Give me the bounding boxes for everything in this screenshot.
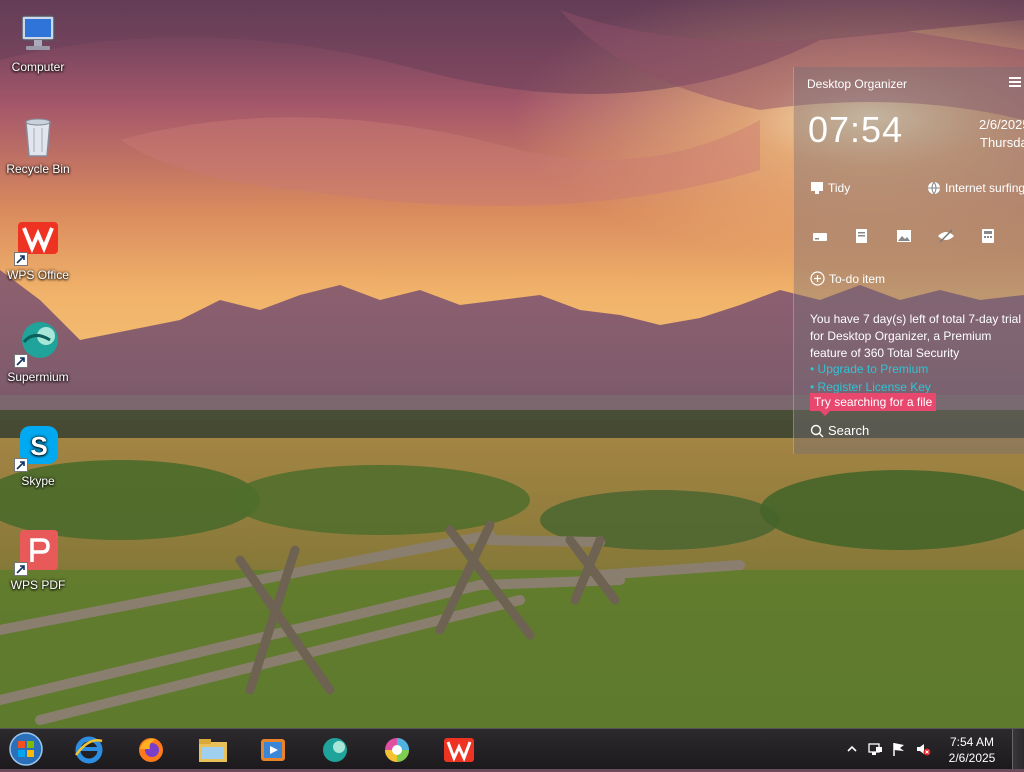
search-icon	[810, 424, 824, 437]
hamburger-menu-icon[interactable]	[1009, 75, 1021, 87]
desktop-icon-label: Recycle Bin	[6, 162, 70, 176]
windows-orb-icon	[9, 732, 43, 766]
desktop-icon-label: Computer	[11, 60, 65, 74]
desktop-icon-wps-office[interactable]: WPS Office	[0, 218, 76, 282]
drive-icon[interactable]	[810, 227, 830, 245]
svg-text:S: S	[30, 431, 47, 461]
shortcut-arrow-icon	[14, 458, 28, 472]
shortcut-arrow-icon	[14, 562, 28, 576]
desktop-icon-computer[interactable]: Computer	[0, 10, 76, 74]
firefox-taskbar-icon[interactable]	[134, 733, 168, 767]
internet-surfing-label: Internet surfing	[945, 181, 1024, 195]
taskbar-clock-time[interactable]: 7:54 AM	[943, 735, 1001, 749]
organizer-clock: 07:54	[808, 109, 904, 150]
supermium-taskbar-icon[interactable]	[318, 733, 352, 767]
organizer-search-button[interactable]: Search	[810, 423, 869, 438]
show-hidden-icons-arrow-icon[interactable]	[844, 741, 860, 757]
desktop-icon-skype[interactable]: S Skype	[0, 424, 76, 488]
image-icon[interactable]	[894, 227, 914, 245]
action-center-flag-icon[interactable]	[891, 741, 907, 757]
network-icon[interactable]	[867, 741, 883, 757]
internet-surfing-button[interactable]: Internet surfing	[927, 181, 1024, 195]
organizer-title: Desktop Organizer	[807, 77, 908, 91]
organizer-tools-row	[810, 227, 998, 245]
computer-icon	[14, 10, 62, 58]
volume-muted-icon[interactable]	[915, 741, 931, 757]
search-label: Search	[828, 423, 870, 438]
hidden-eye-icon[interactable]	[936, 227, 956, 245]
calculator-icon[interactable]	[978, 227, 998, 245]
desktop-icon-wps-pdf[interactable]: WPS PDF	[0, 528, 76, 592]
shortcut-arrow-icon	[14, 252, 28, 266]
trial-notice-text: You have 7 day(s) left of total 7-day tr…	[810, 312, 1022, 360]
desktop-icon-recycle-bin[interactable]: Recycle Bin	[0, 112, 76, 176]
start-button[interactable]	[6, 731, 46, 767]
media-player-taskbar-icon[interactable]	[256, 733, 290, 767]
show-desktop-button[interactable]	[1012, 729, 1024, 769]
file-explorer-taskbar-icon[interactable]	[196, 733, 230, 767]
skype-icon: S	[14, 424, 62, 472]
register-license-link[interactable]: • Register License Key	[810, 380, 931, 394]
organizer-day: Thursday	[980, 135, 1024, 150]
monitor-icon	[811, 182, 823, 194]
globe-icon	[928, 181, 940, 195]
upgrade-premium-link[interactable]: • Upgrade to Premium	[810, 362, 928, 376]
taskbar: 7:54 AM 2/6/2025	[0, 728, 1024, 769]
tidy-label: Tidy	[828, 181, 851, 195]
desktop-icon-label: Skype	[21, 474, 55, 488]
taskbar-clock-date[interactable]: 2/6/2025	[943, 751, 1001, 765]
desktop-icon-supermium[interactable]: Supermium	[0, 320, 76, 384]
internet-explorer-taskbar-icon[interactable]	[72, 733, 106, 767]
supermium-icon	[14, 320, 62, 368]
picasa-taskbar-icon[interactable]	[380, 733, 414, 767]
search-tooltip: Try searching for a file	[810, 393, 937, 416]
tidy-button[interactable]: Tidy	[810, 181, 850, 195]
wps-office-icon	[14, 218, 62, 266]
desktop-organizer-panel: Desktop Organizer 07:54 2/6/2025 Thursda…	[793, 67, 1024, 454]
recycle-bin-icon	[14, 112, 62, 160]
document-icon[interactable]	[852, 227, 872, 245]
desktop-icon-label: WPS Office	[7, 268, 69, 282]
todo-item-button[interactable]: To-do item	[810, 271, 885, 286]
organizer-date: 2/6/2025	[979, 117, 1024, 132]
wps-pdf-icon	[14, 528, 62, 576]
add-circle-icon	[810, 271, 825, 286]
todo-item-label: To-do item	[829, 271, 886, 286]
shortcut-arrow-icon	[14, 354, 28, 368]
desktop-icon-label: WPS PDF	[10, 578, 66, 592]
desktop-icon-label: Supermium	[7, 370, 69, 384]
wps-office-taskbar-icon[interactable]	[442, 733, 476, 767]
